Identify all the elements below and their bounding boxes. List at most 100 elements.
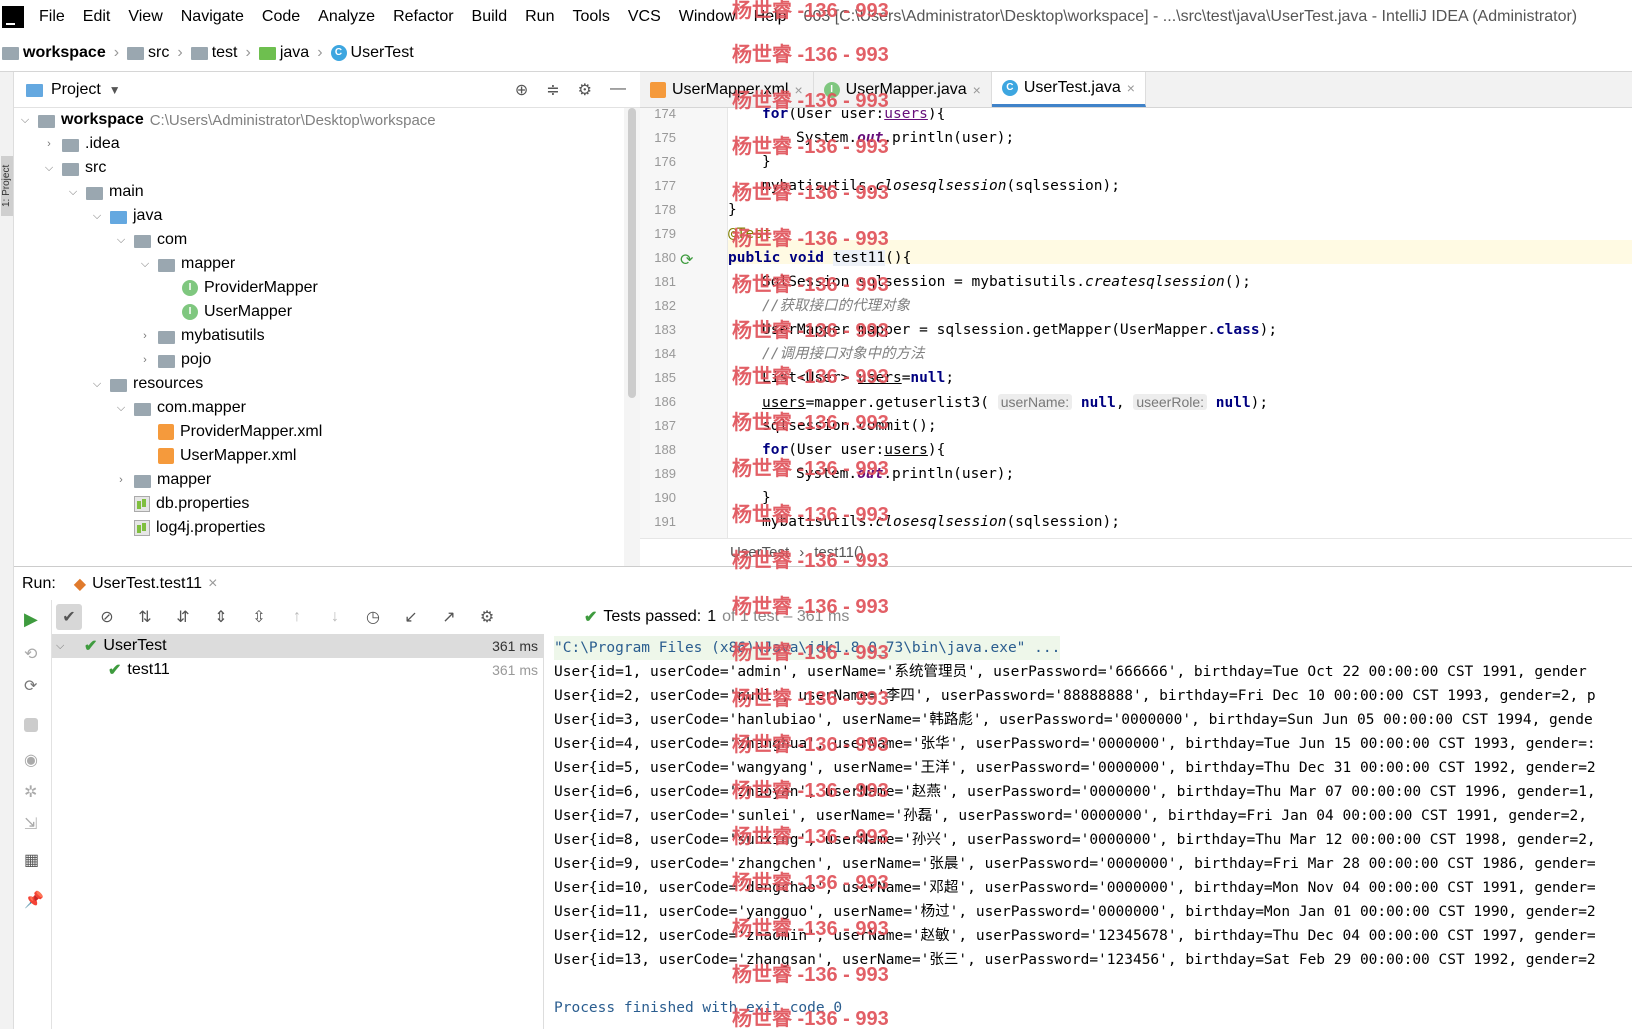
menu-view[interactable]: View (119, 8, 171, 26)
tree-item-pojo[interactable]: › pojo (138, 348, 211, 372)
gear-icon[interactable]: ⚙ (578, 80, 592, 100)
code-line: System.out.println(user); (796, 466, 1015, 482)
breadcrumb-java[interactable]: java › (258, 44, 327, 62)
project-tree-scrollbar[interactable] (624, 108, 640, 566)
code-line: } (728, 202, 737, 218)
tab-usertest-java[interactable]: C UserTest.java × (991, 72, 1146, 107)
pin-icon[interactable]: 📌 (24, 890, 44, 909)
show-ignored-icon[interactable]: ⊘ (94, 604, 120, 630)
chevron-down-icon[interactable]: ▼ (109, 83, 121, 97)
rerun-icon[interactable]: ▶ (24, 610, 42, 628)
line-number: 188 (654, 442, 676, 457)
tree-item-idea[interactable]: › .idea (42, 132, 120, 156)
folder-icon (62, 162, 79, 176)
tree-item-usermapper-xml[interactable]: UserMapper.xml (158, 444, 296, 468)
menu-code[interactable]: Code (253, 8, 309, 26)
console-line: User{id=4, userCode='zhanghua', userName… (554, 736, 1596, 752)
import-tests-icon[interactable]: ↙ (398, 604, 424, 630)
folder-icon (134, 474, 151, 488)
code-line: mybatisutils.closesqlsession(sqlsession)… (762, 178, 1120, 194)
code-line: List<User> users=null; (762, 370, 955, 386)
menu-window[interactable]: Window (670, 8, 745, 26)
crumb-class[interactable]: UserTest (730, 544, 789, 561)
locate-file-icon[interactable]: ⊕ (515, 80, 528, 100)
class-icon: C (330, 44, 347, 61)
tree-item-workspace[interactable]: ⌵ workspace C:\Users\Administrator\Desktop… (18, 108, 436, 132)
run-test-icon[interactable]: ⟳ (680, 250, 693, 270)
tree-item-providermapper[interactable]: I ProviderMapper (182, 276, 318, 300)
show-passed-icon[interactable]: ✔ (56, 604, 82, 630)
toggle-auto-test-icon[interactable]: ⟳ (24, 676, 42, 695)
menu-vcs[interactable]: VCS (619, 8, 670, 26)
breadcrumb-test[interactable]: test › (190, 44, 255, 62)
parameter-hint: userName: (997, 394, 1073, 410)
tree-item-main[interactable]: ⌵ main (66, 180, 144, 204)
tree-item-mapper[interactable]: ⌵ mapper (138, 252, 235, 276)
test-case-row[interactable]: ✔ test11 361 ms (52, 658, 544, 682)
package-icon (158, 354, 175, 368)
tree-item-mapper-resources[interactable]: › mapper (114, 468, 211, 492)
code-line: mybatisutils.closesqlsession(sqlsession)… (762, 514, 1120, 530)
breadcrumb-usertest[interactable]: C UserTest (330, 44, 414, 62)
close-icon[interactable]: × (794, 82, 802, 98)
console-line: User{id=2, userCode='null', userName='李四… (554, 688, 1596, 704)
tree-item-db-properties[interactable]: db.properties (134, 492, 249, 516)
project-tool-window-button[interactable]: 1: Project (1, 156, 13, 216)
menu-tools[interactable]: Tools (563, 8, 618, 26)
menu-build[interactable]: Build (463, 8, 517, 26)
parameter-hint: useerRole: (1133, 394, 1208, 410)
tree-item-mybatisutils[interactable]: › mybatisutils (138, 324, 264, 348)
test-runner-toolbar: ✔ ⊘ ⇅ ⇵ ⇕ ⇳ ↑ ↓ ◷ ↙ ↗ ⚙ ✔ Tests passed: … (52, 600, 1632, 634)
camera-icon[interactable]: ◉ (24, 750, 42, 769)
code-editor[interactable]: for(User user:users){ System.out.println… (728, 108, 1632, 538)
line-number: 177 (654, 178, 676, 193)
tree-item-providermapper-xml[interactable]: ProviderMapper.xml (158, 420, 322, 444)
sort-alphabetically-icon[interactable]: ⇅ (132, 604, 158, 630)
expand-all-icon[interactable]: ⇕ (208, 604, 234, 630)
settings-gear-icon[interactable]: ⚙ (474, 604, 500, 630)
previous-failed-icon[interactable]: ↑ (284, 604, 310, 630)
layout-icon[interactable]: ▦ (24, 850, 42, 869)
close-icon[interactable]: × (1127, 80, 1135, 96)
close-icon[interactable]: × (973, 82, 981, 98)
menu-edit[interactable]: Edit (74, 8, 120, 26)
collapse-all-icon[interactable]: ⇳ (246, 604, 272, 630)
tree-item-resources[interactable]: ⌵ resources (90, 372, 203, 396)
sort-by-duration-icon[interactable]: ⇵ (170, 604, 196, 630)
tree-item-com-mapper[interactable]: ⌵ com.mapper (114, 396, 246, 420)
breadcrumb-src[interactable]: src › (127, 44, 187, 62)
stop-icon[interactable] (24, 718, 38, 732)
next-failed-icon[interactable]: ↓ (322, 604, 348, 630)
line-number: 183 (654, 322, 676, 337)
breadcrumb-workspace[interactable]: workspace › (2, 44, 123, 62)
menu-navigate[interactable]: Navigate (172, 8, 253, 26)
tool-window-strip: 1: Project (0, 72, 14, 1029)
menu-help[interactable]: Help (745, 8, 796, 26)
project-icon (26, 84, 43, 97)
export-tests-icon[interactable]: ↗ (436, 604, 462, 630)
line-number: 175 (654, 130, 676, 145)
rerun-failed-icon[interactable]: ⟲ (24, 644, 42, 663)
tab-usermapper-java[interactable]: I UserMapper.java × (814, 72, 992, 107)
crumb-method[interactable]: test11() (814, 544, 864, 561)
bug-icon[interactable]: ✲ (24, 782, 42, 801)
tree-item-usermapper[interactable]: I UserMapper (182, 300, 292, 324)
menu-analyze[interactable]: Analyze (309, 8, 384, 26)
tree-item-src[interactable]: ⌵ src (42, 156, 107, 180)
menu-file[interactable]: File (30, 8, 74, 26)
menu-refactor[interactable]: Refactor (384, 8, 462, 26)
import-icon[interactable]: ⇲ (24, 814, 42, 833)
tree-item-java[interactable]: ⌵ java (90, 204, 163, 228)
run-tab-usertest-test11[interactable]: ◆ UserTest.test11 × (66, 574, 226, 594)
history-icon[interactable]: ◷ (360, 604, 386, 630)
hide-panel-icon[interactable]: — (610, 80, 626, 100)
console-output[interactable]: "C:\Program Files (x86)\Java\jdk1.8.0_73… (544, 634, 1632, 1029)
project-view-selector[interactable]: Project (51, 81, 101, 99)
close-icon[interactable]: × (208, 575, 217, 593)
tree-item-com[interactable]: ⌵ com (114, 228, 187, 252)
test-suite-row[interactable]: ⌵ ✔ UserTest 361 ms (52, 634, 544, 658)
tree-item-log4j-properties[interactable]: log4j.properties (134, 516, 265, 540)
menu-run[interactable]: Run (516, 8, 563, 26)
collapse-all-icon[interactable]: ≑ (546, 80, 559, 100)
editor-gutter: 174 175 176 177 178 179 180 181 182 183 … (640, 106, 728, 538)
